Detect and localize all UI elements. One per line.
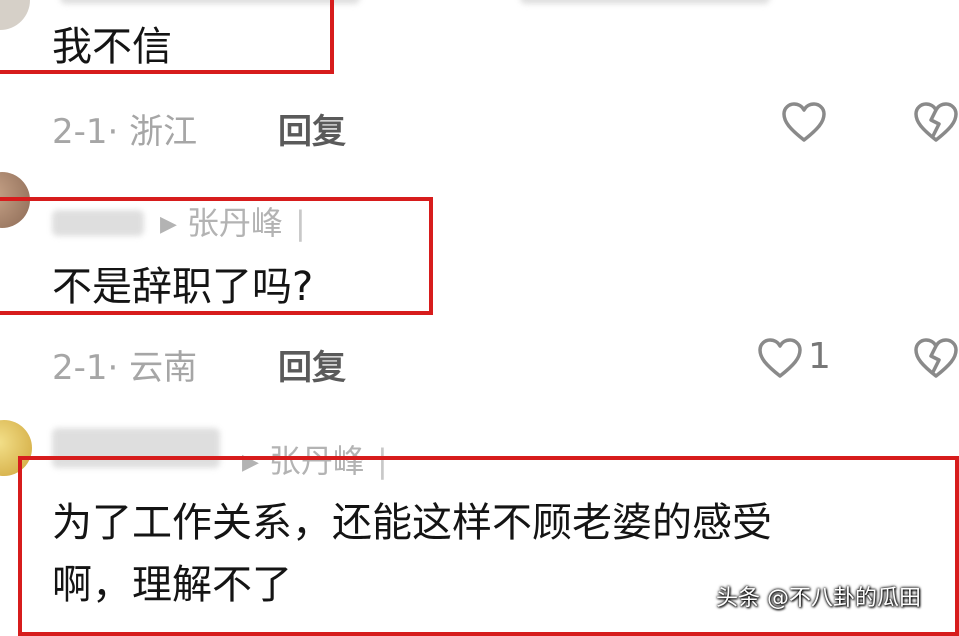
broken-heart-icon[interactable] xyxy=(912,336,959,380)
highlight-box xyxy=(0,0,334,74)
comment-date-location: 2-1· 浙江 xyxy=(52,112,198,152)
reply-button[interactable]: 回复 xyxy=(278,104,346,153)
highlight-box xyxy=(0,197,433,315)
heart-icon[interactable] xyxy=(780,100,828,144)
like-count: 1 xyxy=(808,336,831,377)
reply-button[interactable]: 回复 xyxy=(278,340,346,389)
watermark: 头条 @不八卦的瓜田 xyxy=(716,586,921,611)
heart-icon[interactable] xyxy=(756,336,804,380)
comment-date-location: 2-1· 云南 xyxy=(52,348,198,388)
blurred-username xyxy=(520,0,770,4)
broken-heart-icon[interactable] xyxy=(912,100,959,144)
